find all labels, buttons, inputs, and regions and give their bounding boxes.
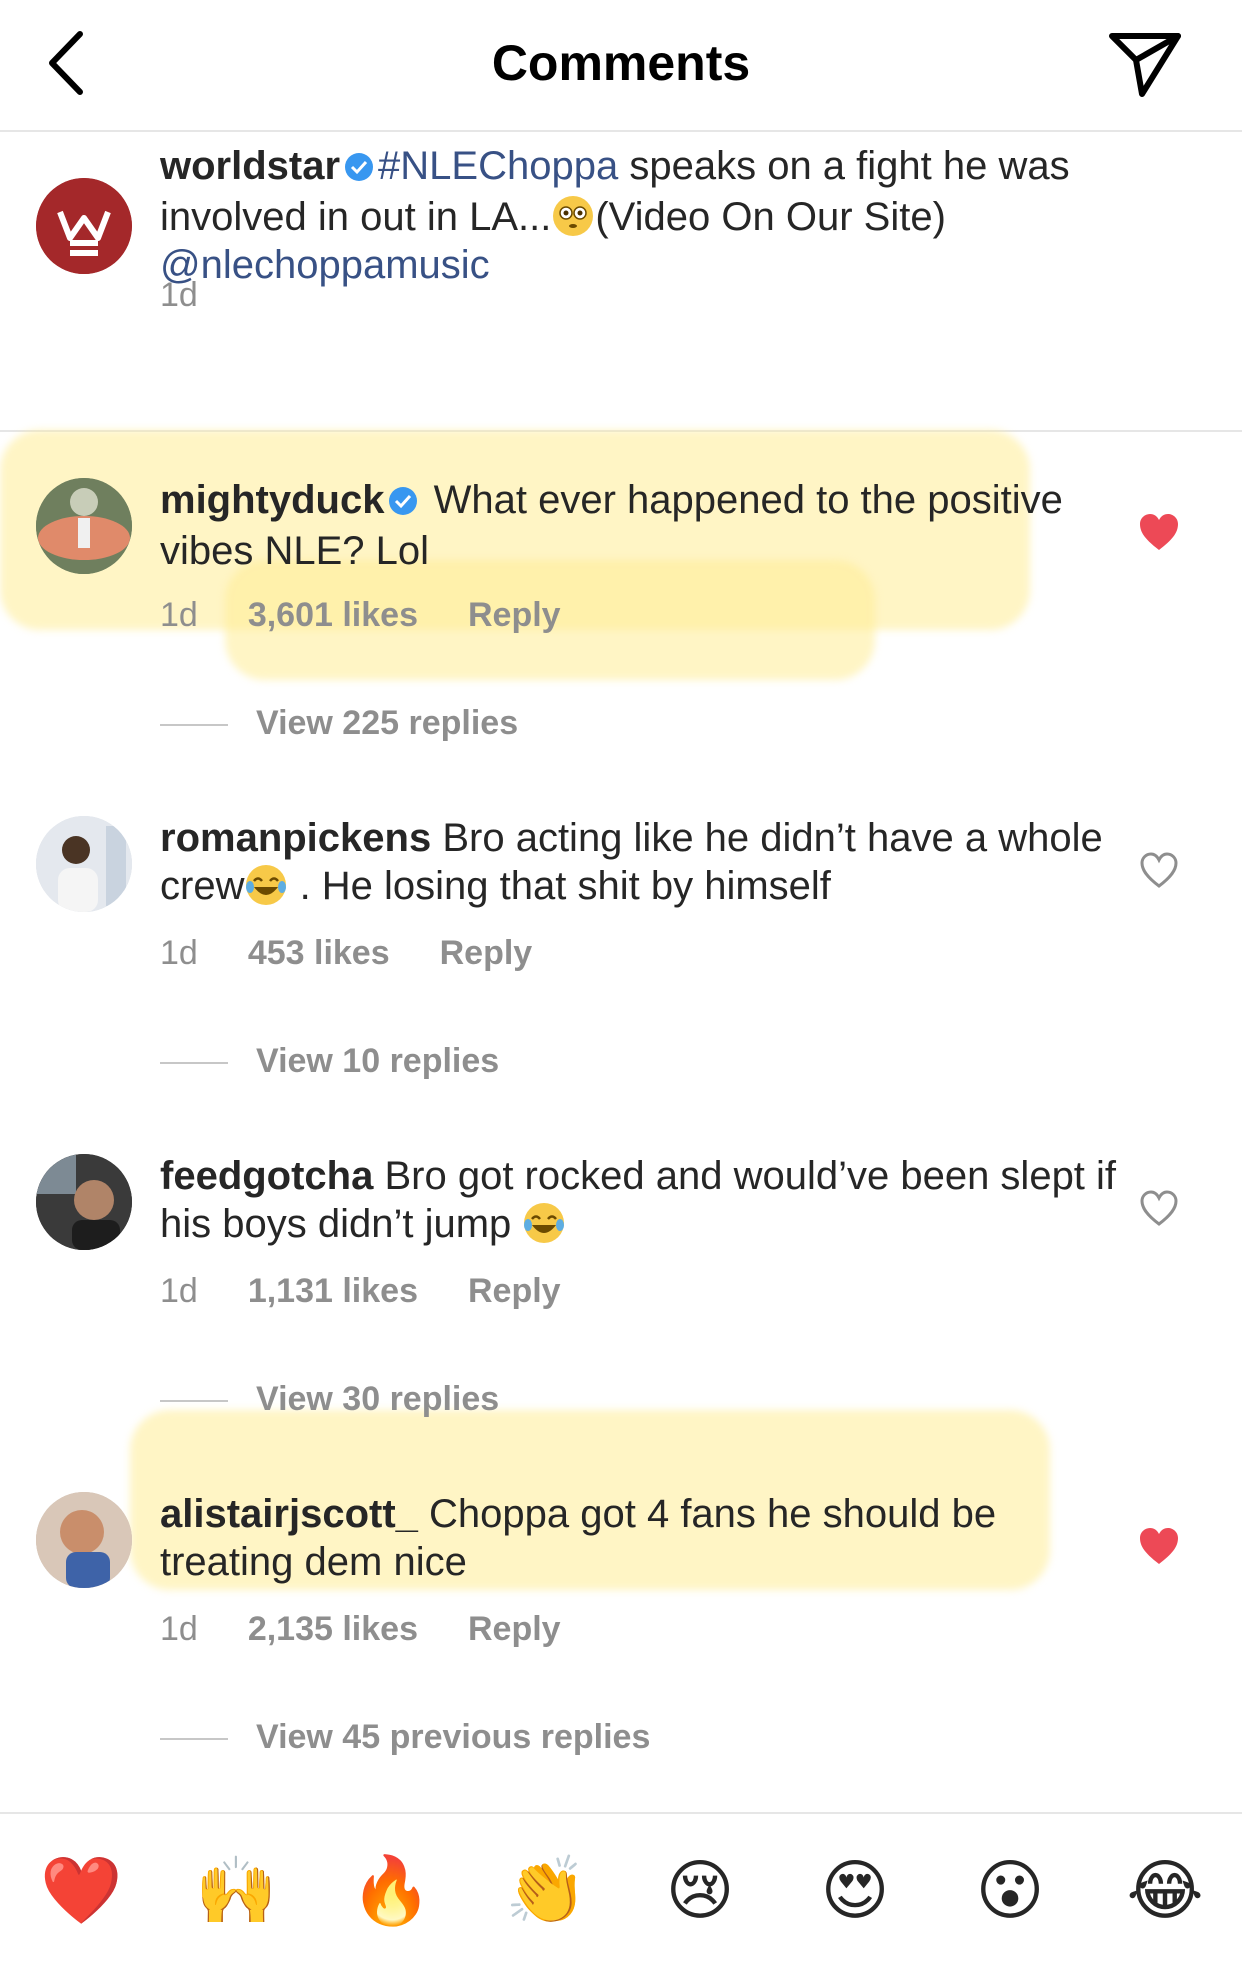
timestamp: 1d [160, 596, 198, 634]
view-replies-label: View 45 previous replies [256, 1718, 651, 1756]
raised-hands-emoji-button[interactable]: 🙌 [195, 1850, 277, 1930]
timestamp: 1d [160, 276, 198, 314]
comment-username[interactable]: alistairjscott_ [160, 1492, 418, 1536]
likes-count[interactable]: 1,131 likes [248, 1272, 418, 1310]
share-button[interactable] [1108, 30, 1184, 100]
timestamp: 1d [160, 1610, 198, 1648]
heart-eyes-emoji-button[interactable]: 😍 [815, 1850, 895, 1930]
comment-text: feedgotcha Bro got rocked and would’ve b… [160, 1152, 1120, 1248]
caption-meta: 1d [160, 276, 248, 315]
comment-meta: 1d 2,135 likes Reply [160, 1610, 611, 1649]
avatar-image-icon [36, 1492, 132, 1588]
fire-emoji-button[interactable]: 🔥 [350, 1850, 432, 1930]
avatar-image-icon [36, 478, 132, 574]
view-replies-button[interactable]: View 30 replies [160, 1380, 499, 1419]
reply-button[interactable]: Reply [468, 1272, 561, 1310]
laughing-emoji-button[interactable]: 😂 [1125, 1850, 1205, 1930]
comment-username[interactable]: romanpickens [160, 816, 431, 860]
view-replies-label: View 225 replies [256, 704, 519, 742]
likes-count[interactable]: 453 likes [248, 934, 390, 972]
header: Comments [0, 0, 1242, 132]
avatar-image-icon [36, 816, 132, 912]
comment-text: alistairjscott_ Choppa got 4 fans he sho… [160, 1490, 1120, 1586]
hashtag-link[interactable]: #NLEChoppa [378, 144, 618, 188]
reply-button[interactable]: Reply [468, 1610, 561, 1648]
laughing-emoji-icon [244, 863, 288, 907]
caption-text: worldstar #NLEChoppa speaks on a fight he… [160, 142, 1120, 289]
view-replies-label: View 10 replies [256, 1042, 500, 1080]
reply-button[interactable]: Reply [468, 596, 561, 634]
avatar[interactable] [36, 178, 132, 274]
verified-badge-icon [388, 479, 418, 527]
likes-count[interactable]: 2,135 likes [248, 1610, 418, 1648]
reply-button[interactable]: Reply [440, 934, 533, 972]
view-replies-button[interactable]: View 225 replies [160, 704, 518, 743]
view-replies-button[interactable]: View 10 replies [160, 1042, 499, 1081]
verified-badge-icon [344, 145, 374, 193]
divider [160, 724, 228, 727]
divider [160, 1400, 228, 1403]
avatar[interactable] [36, 478, 132, 574]
caption-username[interactable]: worldstar [160, 144, 340, 188]
timestamp: 1d [160, 1272, 198, 1310]
caption-body-2: (Video On Our Site) [595, 195, 946, 239]
comment-username[interactable]: mightyduck [160, 478, 384, 522]
worldstar-logo-icon [36, 178, 132, 274]
post-caption: worldstar #NLEChoppa speaks on a fight he… [0, 132, 1242, 432]
avatar[interactable] [36, 1492, 132, 1588]
view-replies-button[interactable]: View 45 previous replies [160, 1718, 650, 1757]
heart-outline-icon[interactable] [1138, 1188, 1180, 1228]
clapping-emoji-button[interactable]: 👏 [505, 1850, 587, 1930]
avatar[interactable] [36, 816, 132, 912]
comment-body-2: . He losing that shit by himself [288, 864, 831, 908]
divider [160, 1738, 228, 1741]
paper-plane-icon [1109, 33, 1181, 97]
avatar[interactable] [36, 1154, 132, 1250]
comment-meta: 1d 453 likes Reply [160, 934, 582, 973]
divider [160, 1062, 228, 1065]
crying-emoji-button[interactable]: 😢 [660, 1850, 740, 1930]
timestamp: 1d [160, 934, 198, 972]
comment-text: mightyduck What ever happened to the pos… [160, 476, 1120, 575]
comment-username[interactable]: feedgotcha [160, 1154, 373, 1198]
avatar-image-icon [36, 1154, 132, 1250]
laughing-emoji-icon [522, 1201, 566, 1245]
heart-filled-icon[interactable] [1138, 1526, 1180, 1566]
page-title: Comments [491, 35, 751, 91]
likes-count[interactable]: 3,601 likes [248, 596, 418, 634]
flushed-emoji-icon [551, 194, 595, 238]
heart-outline-icon[interactable] [1138, 850, 1180, 890]
heart-filled-icon[interactable] [1138, 512, 1180, 552]
view-replies-label: View 30 replies [256, 1380, 500, 1418]
emoji-reaction-bar: ❤️ 🙌 🔥 👏 😢 😍 😮 😂 [0, 1812, 1242, 1968]
comment-meta: 1d 3,601 likes Reply [160, 596, 611, 635]
surprised-emoji-button[interactable]: 😮 [970, 1850, 1050, 1930]
heart-emoji-button[interactable]: ❤️ [40, 1850, 122, 1930]
comment-meta: 1d 1,131 likes Reply [160, 1272, 611, 1311]
comment-text: romanpickens Bro acting like he didn’t h… [160, 814, 1120, 910]
